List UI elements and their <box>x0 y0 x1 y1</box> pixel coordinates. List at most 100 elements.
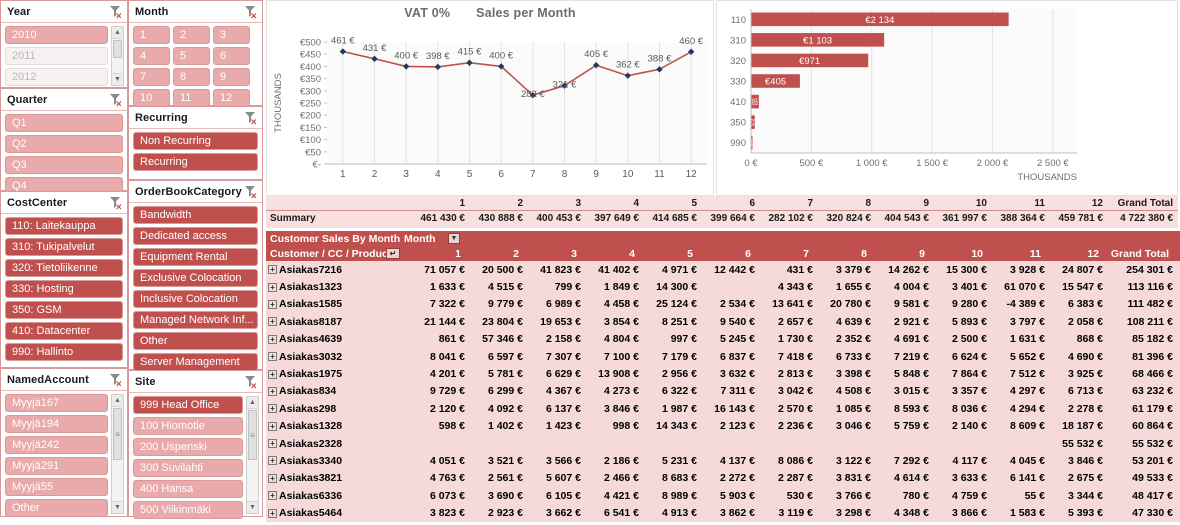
slicer-item-obc-managed[interactable]: Managed Network Inf... <box>133 311 258 329</box>
sales-by-costcenter-chart[interactable]: 110 €2 134 310 €1 103 320 €971 330 €405 410 €65 35… <box>716 0 1178 196</box>
table-row[interactable]: + Asiakas6336 6 073 € 3 690 € 6 105 € 4 421 €… <box>266 487 1180 504</box>
slicer-item-year-2010[interactable]: 2010 <box>5 26 108 44</box>
slicer-item-year-2011[interactable]: 2011 <box>5 47 108 65</box>
expand-plus-icon[interactable]: + <box>268 491 277 501</box>
slicer-item-site-200[interactable]: 200 Uspenski <box>133 438 243 456</box>
scroll-thumb[interactable]: ≡ <box>113 408 122 460</box>
expand-plus-icon[interactable]: + <box>268 317 277 327</box>
slicer-item-month-10[interactable]: 10 <box>133 89 170 107</box>
slicer-item-month-4[interactable]: 4 <box>133 47 170 65</box>
slicer-costcenter[interactable]: CostCenter 110: Laitekauppa 310: Tukipal… <box>0 191 128 368</box>
clear-filter-funnel-icon[interactable] <box>108 4 122 19</box>
slicer-item-site-400[interactable]: 400 Hansa <box>133 480 243 498</box>
clear-filter-funnel-icon[interactable] <box>108 92 122 107</box>
slicer-item-costcenter-310[interactable]: 310: Tukipalvelut <box>5 238 123 256</box>
slicer-item-namedaccount-1[interactable]: Myyjä167 <box>5 394 108 412</box>
table-row[interactable]: + Asiakas3032 8 041 € 6 597 € 7 307 € 7 100 €… <box>266 348 1180 365</box>
slicer-item-namedaccount-6[interactable]: Other <box>5 499 108 517</box>
expand-plus-icon[interactable]: + <box>268 404 277 414</box>
slicer-item-month-7[interactable]: 7 <box>133 68 170 86</box>
scroll-down-icon[interactable]: ▼ <box>112 501 123 513</box>
slicer-site-scrollbar[interactable]: ▲ ≡ ▼ <box>246 396 259 514</box>
chevron-down-icon[interactable]: ▼ <box>448 233 460 244</box>
slicer-item-month-3[interactable]: 3 <box>213 26 250 44</box>
table-row[interactable]: + Asiakas1585 7 322 € 9 779 € 6 989 € 4 458 €… <box>266 296 1180 313</box>
table-row[interactable]: + Asiakas1328 598 € 1 402 € 1 423 € 998 € 14 3… <box>266 418 1180 435</box>
slicer-item-costcenter-320[interactable]: 320: Tietoliikenne <box>5 259 123 277</box>
slicer-item-obc-other[interactable]: Other <box>133 332 258 350</box>
table-row[interactable]: + Asiakas834 9 729 € 6 299 € 4 367 € 4 273 € 6… <box>266 383 1180 400</box>
scroll-up-icon[interactable]: ▲ <box>112 27 123 39</box>
slicer-item-namedaccount-5[interactable]: Myyjä55 <box>5 478 108 496</box>
scroll-down-icon[interactable]: ▼ <box>112 73 123 85</box>
expand-plus-icon[interactable]: + <box>268 334 277 344</box>
slicer-item-month-8[interactable]: 8 <box>173 68 210 86</box>
sort-filter-icon[interactable]: ↵ <box>386 248 400 259</box>
slicer-item-costcenter-350[interactable]: 350: GSM <box>5 301 123 319</box>
table-row[interactable]: + Asiakas1975 4 201 € 5 781 € 6 629 € 13 908 … <box>266 365 1180 382</box>
slicer-item-month-12[interactable]: 12 <box>213 89 250 107</box>
slicer-item-month-1[interactable]: 1 <box>133 26 170 44</box>
table-row[interactable]: + Asiakas3340 4 051 € 3 521 € 3 566 € 2 186 €… <box>266 452 1180 469</box>
slicer-orderbookcategory[interactable]: OrderBookCategory Bandwidth Dedicated ac… <box>128 180 263 371</box>
table-row[interactable]: + Asiakas8187 21 144 € 23 804 € 19 653 € 3 85… <box>266 313 1180 330</box>
slicer-item-site-999[interactable]: 999 Head Office <box>133 396 243 414</box>
table-row[interactable]: + Asiakas1323 1 633 € 4 515 € 799 € 1 849 € 14… <box>266 278 1180 295</box>
sales-per-month-chart[interactable]: VAT 0% Sales per Month €- €50 €100 €150 €200 €… <box>266 0 714 196</box>
slicer-item-quarter-q2[interactable]: Q2 <box>5 135 123 153</box>
slicer-item-namedaccount-2[interactable]: Myyjä194 <box>5 415 108 433</box>
expand-plus-icon[interactable]: + <box>268 456 277 466</box>
expand-plus-icon[interactable]: + <box>268 421 277 431</box>
slicer-quarter[interactable]: Quarter Q1 Q2 Q3 Q4 <box>0 88 128 195</box>
expand-plus-icon[interactable]: + <box>268 386 277 396</box>
slicer-item-site-100[interactable]: 100 Hiomotie <box>133 417 243 435</box>
slicer-item-costcenter-990[interactable]: 990: Hallinto <box>5 343 123 361</box>
table-row[interactable]: + Asiakas4639 861 € 57 346 € 2 158 € 4 804 € 9… <box>266 331 1180 348</box>
slicer-item-month-5[interactable]: 5 <box>173 47 210 65</box>
table-row[interactable]: + Asiakas298 2 120 € 4 092 € 6 137 € 3 846 € 1… <box>266 400 1180 417</box>
scroll-down-icon[interactable]: ▼ <box>247 501 258 513</box>
clear-filter-funnel-icon[interactable] <box>243 4 257 19</box>
slicer-site[interactable]: Site 999 Head Office 100 Hiomotie 200 Us… <box>128 370 263 519</box>
scroll-thumb[interactable] <box>113 40 122 58</box>
slicer-item-obc-equipment[interactable]: Equipment Rental <box>133 248 258 266</box>
expand-plus-icon[interactable]: + <box>268 299 277 309</box>
slicer-item-month-9[interactable]: 9 <box>213 68 250 86</box>
slicer-item-namedaccount-4[interactable]: Myyjä291 <box>5 457 108 475</box>
slicer-item-site-300[interactable]: 300 Suvilahti <box>133 459 243 477</box>
expand-plus-icon[interactable]: + <box>268 439 277 449</box>
scroll-up-icon[interactable]: ▲ <box>112 395 123 407</box>
expand-plus-icon[interactable]: + <box>268 369 277 379</box>
slicer-item-obc-exclusive[interactable]: Exclusive Colocation <box>133 269 258 287</box>
slicer-item-month-11[interactable]: 11 <box>173 89 210 107</box>
expand-plus-icon[interactable]: + <box>268 473 277 483</box>
slicer-item-recurring-yes[interactable]: Recurring <box>133 153 258 171</box>
table-row[interactable]: + Asiakas2328 55 532 € 55 532 € <box>266 435 1180 452</box>
slicer-item-month-6[interactable]: 6 <box>213 47 250 65</box>
slicer-namedaccount[interactable]: NamedAccount Myyjä167 Myyjä194 Myyjä242 … <box>0 368 128 517</box>
slicer-item-month-2[interactable]: 2 <box>173 26 210 44</box>
slicer-namedaccount-scrollbar[interactable]: ▲ ≡ ▼ <box>111 394 124 514</box>
clear-filter-funnel-icon[interactable] <box>243 110 257 125</box>
expand-plus-icon[interactable]: + <box>268 508 277 518</box>
slicer-item-site-500[interactable]: 500 Viikinmäki <box>133 501 243 519</box>
slicer-item-quarter-q1[interactable]: Q1 <box>5 114 123 132</box>
table-row[interactable]: + Asiakas7216 71 057 € 20 500 € 41 823 € 41 4… <box>266 261 1180 278</box>
clear-filter-funnel-icon[interactable] <box>108 372 122 387</box>
slicer-item-recurring-non[interactable]: Non Recurring <box>133 132 258 150</box>
expand-plus-icon[interactable]: + <box>268 282 277 292</box>
clear-filter-funnel-icon[interactable] <box>243 374 257 389</box>
table-row[interactable]: + Asiakas3821 4 763 € 2 561 € 5 607 € 2 466 €… <box>266 470 1180 487</box>
slicer-item-obc-dedicated[interactable]: Dedicated access <box>133 227 258 245</box>
slicer-item-obc-server[interactable]: Server Management <box>133 353 258 371</box>
clear-filter-funnel-icon[interactable] <box>243 184 257 199</box>
slicer-item-namedaccount-3[interactable]: Myyjä242 <box>5 436 108 454</box>
slicer-year-scrollbar[interactable]: ▲ ▼ <box>111 26 124 86</box>
clear-filter-funnel-icon[interactable] <box>108 195 122 210</box>
slicer-item-costcenter-330[interactable]: 330: Hosting <box>5 280 123 298</box>
slicer-item-year-2012[interactable]: 2012 <box>5 68 108 86</box>
scroll-thumb[interactable]: ≡ <box>248 410 257 460</box>
expand-plus-icon[interactable]: + <box>268 352 277 362</box>
slicer-item-obc-bandwidth[interactable]: Bandwidth <box>133 206 258 224</box>
slicer-item-obc-inclusive[interactable]: Inclusive Colocation <box>133 290 258 308</box>
